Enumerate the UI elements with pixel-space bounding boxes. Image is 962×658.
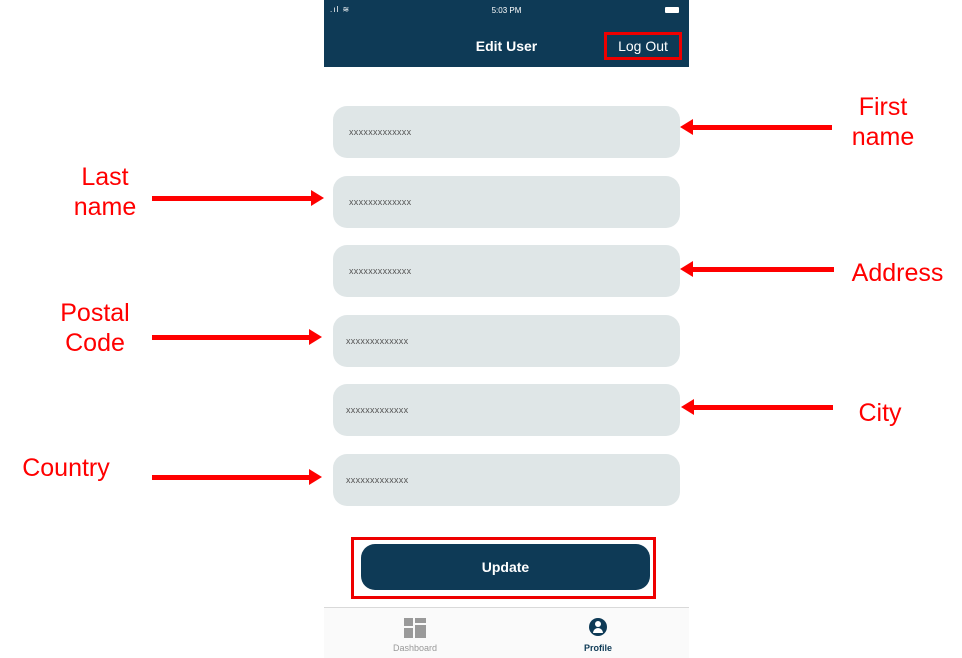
phone-screen: .ıl ≋ 5:03 PM Edit User Log Out xxxxxxxx… <box>324 0 689 658</box>
arrow-last-name <box>152 190 324 206</box>
annotation-country: Country <box>22 454 110 482</box>
country-field[interactable]: xxxxxxxxxxxxx <box>333 454 680 506</box>
profile-icon <box>589 618 607 636</box>
first-name-field[interactable]: xxxxxxxxxxxxx <box>333 106 680 158</box>
status-bar: .ıl ≋ 5:03 PM <box>324 0 689 20</box>
arrow-country <box>152 469 322 485</box>
tab-profile[interactable]: Profile <box>507 608 689 658</box>
arrow-postal-code <box>152 329 322 345</box>
tab-profile-label: Profile <box>583 643 612 653</box>
dashboard-icon <box>404 618 426 638</box>
annotation-last-name: Last name <box>73 163 137 221</box>
annotation-postal-code: Postal Code <box>60 299 130 357</box>
logout-button[interactable]: Log Out <box>604 32 682 60</box>
city-field[interactable]: xxxxxxxxxxxxx <box>333 384 680 436</box>
tab-dashboard-label: Dashboard <box>392 643 438 653</box>
annotation-first-name: First name <box>851 93 915 151</box>
address-field[interactable]: xxxxxxxxxxxxx <box>333 245 680 297</box>
postal-code-field[interactable]: xxxxxxxxxxxxx <box>333 315 680 367</box>
battery-icon <box>665 7 679 13</box>
app-header: .ıl ≋ 5:03 PM Edit User Log Out <box>324 0 689 67</box>
update-button[interactable]: Update <box>361 544 650 590</box>
tab-bar: Dashboard Profile <box>324 607 689 658</box>
arrow-city <box>681 399 833 415</box>
arrow-first-name <box>680 119 832 135</box>
annotation-city: City <box>858 399 902 427</box>
tab-dashboard[interactable]: Dashboard <box>324 608 506 658</box>
last-name-field[interactable]: xxxxxxxxxxxxx <box>333 176 680 228</box>
arrow-address <box>680 261 834 277</box>
status-time: 5:03 PM <box>491 6 522 15</box>
annotation-address: Address <box>851 259 944 287</box>
